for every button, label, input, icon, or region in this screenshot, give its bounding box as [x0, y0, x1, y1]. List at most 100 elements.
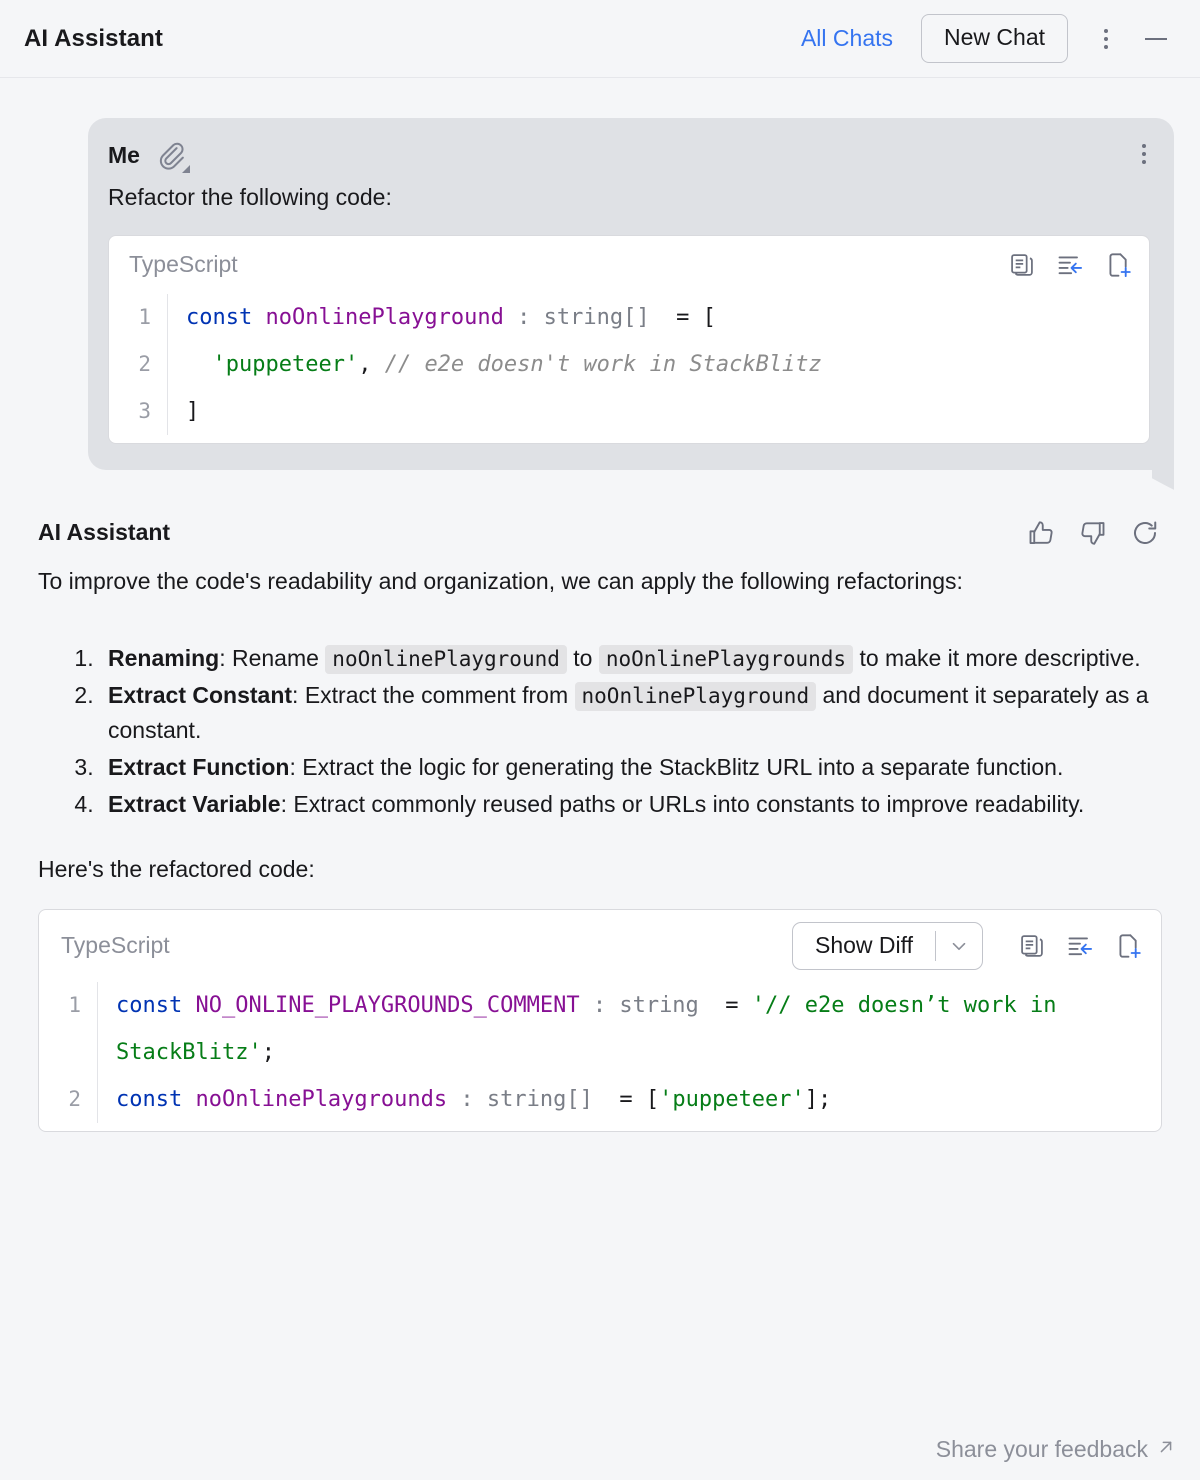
code-token: const — [186, 304, 266, 330]
code-block-lines[interactable]: 1 const NO_ONLINE_PLAYGROUNDS_COMMENT : s… — [39, 981, 1161, 1131]
external-link-arrow-icon — [1156, 1436, 1176, 1463]
code-token: ] — [186, 398, 200, 424]
code-token: = [ — [649, 304, 716, 330]
kebab-dot — [1104, 44, 1108, 49]
refactoring-list: Renaming: Rename noOnlinePlayground to n… — [38, 641, 1162, 822]
list-item-title: Renaming — [108, 644, 220, 671]
code-block-header: TypeScript Show Diff — [39, 910, 1161, 982]
dropdown-corner-triangle — [181, 165, 190, 173]
assistant-code-block: TypeScript Show Diff 1 const NO_ONLINE_P… — [38, 908, 1162, 1132]
line-number: 1 — [68, 992, 81, 1017]
inline-code: noOnlinePlayground — [325, 644, 567, 674]
list-item-title: Extract Variable — [108, 790, 281, 817]
assistant-feedback-actions — [1024, 516, 1162, 550]
user-code-block: TypeScript 1 const noOnlinePlayground: … — [108, 234, 1150, 444]
regenerate-icon[interactable] — [1128, 516, 1162, 550]
footer-bar: Share your feedback — [0, 1418, 1200, 1480]
inline-code: noOnlinePlayground — [574, 681, 817, 711]
code-token: , — [358, 351, 385, 377]
user-message-bubble: Me Refactor the following code: TypeScri… — [88, 118, 1174, 470]
titlebar-actions: All Chats New Chat — [801, 14, 1178, 63]
code-token: const — [116, 1086, 196, 1112]
thumbs-down-icon[interactable] — [1076, 516, 1110, 550]
code-token: = — [698, 992, 752, 1018]
code-language-label: TypeScript — [129, 251, 238, 278]
new-chat-button[interactable]: New Chat — [921, 14, 1068, 63]
show-diff-split-button[interactable]: Show Diff — [791, 921, 983, 970]
code-line: 2 const noOnlinePlaygrounds : string[] = … — [39, 1075, 1161, 1123]
code-block-header: TypeScript — [109, 236, 1149, 294]
user-message-text: Refactor the following code: — [108, 184, 392, 210]
kebab-dot — [1142, 144, 1146, 148]
code-line: 2 'puppeteer', // e2e doesn't work in St… — [109, 340, 1149, 388]
chevron-down-icon[interactable] — [936, 923, 982, 969]
assistant-outro-text: Here's the refactored code: — [38, 855, 315, 882]
minimize-icon[interactable] — [1134, 17, 1178, 61]
code-line: 3] — [109, 387, 1149, 435]
kebab-dot — [1142, 152, 1146, 156]
code-line-content: const noOnlinePlayground : string[] = [ — [167, 293, 1149, 341]
code-line-content: const noOnlinePlaygrounds : string[] = [… — [97, 1075, 1161, 1123]
code-token: 'puppeteer' — [659, 1086, 805, 1112]
code-token: NO_ONLINE_PLAYGROUNDS_COMMENT — [195, 992, 580, 1018]
new-file-icon[interactable] — [1111, 929, 1145, 963]
insert-into-editor-icon[interactable] — [1063, 929, 1097, 963]
paperclip-icon[interactable] — [156, 140, 190, 173]
ai-assistant-window: AI Assistant All Chats New Chat Me Refac… — [0, 0, 1200, 1480]
code-token: ; — [261, 1039, 275, 1065]
kebab-dot — [1104, 28, 1108, 33]
list-item-title: Extract Constant — [108, 681, 293, 708]
assistant-intro-text: To improve the code's readability and or… — [38, 567, 963, 594]
show-diff-button[interactable]: Show Diff — [793, 923, 935, 969]
list-item: Extract Constant: Extract the comment fr… — [100, 678, 1162, 748]
thumbs-up-icon[interactable] — [1024, 516, 1058, 550]
user-message-author: Me — [108, 141, 140, 168]
insert-into-editor-icon[interactable] — [1053, 248, 1087, 282]
line-number: 2 — [138, 351, 151, 376]
new-file-icon[interactable] — [1101, 248, 1135, 282]
window-titlebar: AI Assistant All Chats New Chat — [0, 0, 1200, 78]
line-number: 2 — [68, 1086, 81, 1111]
line-number: 3 — [138, 398, 151, 423]
code-line-content: 'puppeteer', // e2e doesn't work in Stac… — [167, 340, 1149, 388]
copy-icon[interactable] — [1015, 929, 1049, 963]
code-token: = [ — [592, 1086, 660, 1112]
code-line-content: ] — [167, 387, 1149, 435]
code-language-label: TypeScript — [61, 932, 170, 959]
code-line-content: const NO_ONLINE_PLAYGROUNDS_COMMENT : st… — [97, 981, 1161, 1076]
assistant-message: AI Assistant To improve the code's reada… — [0, 470, 1200, 883]
inline-code: noOnlinePlaygrounds — [598, 644, 854, 674]
code-block-actions — [1005, 248, 1135, 282]
code-token: : string — [579, 992, 699, 1018]
chat-scroll-area[interactable]: Me Refactor the following code: TypeScri… — [0, 78, 1200, 1480]
user-message-kebab-menu-icon[interactable] — [1136, 142, 1152, 166]
share-feedback-label: Share your feedback — [935, 1435, 1148, 1462]
kebab-menu-icon[interactable] — [1084, 17, 1128, 61]
assistant-message-author: AI Assistant — [38, 519, 171, 546]
code-token: noOnlinePlayground — [265, 304, 504, 330]
code-token: : string[] — [503, 304, 650, 330]
share-feedback-link[interactable]: Share your feedback — [936, 1436, 1176, 1463]
code-token: 'puppeteer' — [186, 351, 359, 377]
code-token: // e2e doesn't work in StackBlitz — [384, 351, 822, 377]
code-block-lines[interactable]: 1 const noOnlinePlayground : string[] = [… — [109, 293, 1149, 443]
code-line: 1 const NO_ONLINE_PLAYGROUNDS_COMMENT : s… — [39, 981, 1161, 1076]
list-item: Extract Function: Extract the logic for … — [100, 750, 1162, 785]
page-title: AI Assistant — [24, 24, 164, 52]
list-item: Extract Variable: Extract commonly reuse… — [100, 787, 1162, 822]
code-token: ]; — [804, 1086, 832, 1112]
kebab-dot — [1104, 36, 1108, 41]
all-chats-link[interactable]: All Chats — [801, 25, 893, 52]
code-token: : string[] — [447, 1086, 593, 1112]
code-token: noOnlinePlaygrounds — [195, 1086, 448, 1112]
minimize-dash — [1145, 37, 1167, 40]
user-message-header: Me — [108, 140, 1152, 173]
code-block-actions: Show Diff — [791, 921, 1145, 970]
list-item-title: Extract Function — [108, 753, 290, 780]
user-message: Me Refactor the following code: TypeScri… — [0, 78, 1200, 470]
list-item: Renaming: Rename noOnlinePlayground to n… — [100, 641, 1162, 676]
code-token: const — [116, 992, 196, 1018]
assistant-message-header: AI Assistant — [38, 516, 1162, 550]
code-line: 1 const noOnlinePlayground : string[] = [ — [109, 293, 1149, 341]
copy-icon[interactable] — [1005, 248, 1039, 282]
